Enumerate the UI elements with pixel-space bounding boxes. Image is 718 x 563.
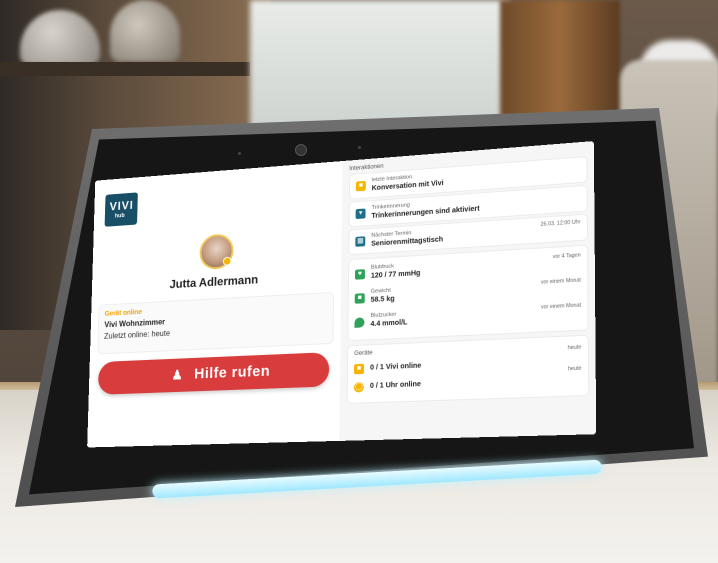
device-meta: heute (567, 344, 582, 352)
chat-icon: ■ (355, 180, 366, 192)
vivi-device-icon: ■ (353, 363, 365, 375)
tablet-screen: VIVI hub Jutta Adlermann Gerät online Vi… (87, 141, 597, 448)
calendar-icon: ▦ (355, 236, 366, 247)
vital-label: Blutzucker (370, 311, 397, 320)
heart-pulse-icon: ♥ (354, 269, 365, 280)
vital-meta: vor 4 Tagen (552, 252, 581, 261)
watch-icon: ◯ (353, 382, 364, 393)
sensor-dot (238, 152, 241, 155)
vital-value: 4.4 mmol/L (370, 319, 408, 329)
vital-label: Blutdruck (370, 263, 395, 271)
scale-icon: ■ (354, 293, 365, 304)
camera-icon (295, 144, 307, 156)
call-help-label: Hilfe rufen (193, 362, 271, 383)
device-online-status: Gerät online (104, 309, 142, 318)
vital-meta: vor einem Monat (540, 302, 582, 311)
devices-title: Geräte (354, 350, 373, 358)
info-pane: Interaktionen ■ letzte Interaktion Konve… (342, 141, 596, 441)
tablet-device: VIVI hub Jutta Adlermann Gerät online Vi… (8, 108, 708, 556)
device-count: 0 / 1 Vivi online (370, 362, 422, 372)
background-shelf (0, 62, 250, 76)
vital-value: 120 / 77 mmHg (370, 269, 421, 280)
vital-label: Gewicht (370, 287, 391, 295)
profile-pane: VIVI hub Jutta Adlermann Gerät online Vi… (87, 161, 343, 448)
vital-meta: vor einem Monat (540, 277, 581, 286)
sensor-dot (358, 146, 361, 149)
device-count: 0 / 1 Uhr online (369, 380, 421, 390)
logo-sub-text: hub (114, 213, 125, 220)
background-jar (110, 0, 180, 62)
call-help-button[interactable]: ♟ Hilfe rufen (97, 352, 330, 395)
interaction-label: Nächster Termin (371, 230, 412, 239)
vitals-card[interactable]: ♥ Blutdruck 120 / 77 mmHg vor 4 Tagen ■ … (347, 244, 589, 342)
bell-alarm-icon: ♟ (171, 367, 183, 383)
logo-main-text: VIVI (109, 198, 134, 214)
interaction-meta: 26.03. 12:00 Uhr (540, 219, 581, 228)
devices-card[interactable]: Geräte ■ 0 / 1 Vivi online heute ◯ 0 / 1… (346, 334, 590, 405)
vital-value: 58.5 kg (370, 295, 395, 304)
drop-icon (354, 317, 365, 328)
user-name: Jutta Adlermann (169, 272, 259, 292)
vivi-hub-logo: VIVI hub (104, 192, 138, 227)
device-name: Vivi Wohnzimmer (104, 317, 166, 330)
device-status-card[interactable]: Gerät online Vivi Wohnzimmer Zuletzt onl… (97, 291, 335, 355)
status-badge (222, 256, 232, 266)
cup-icon: ▾ (355, 208, 366, 220)
device-last-online: Zuletzt online: heute (103, 328, 171, 341)
device-meta: heute (567, 365, 582, 373)
